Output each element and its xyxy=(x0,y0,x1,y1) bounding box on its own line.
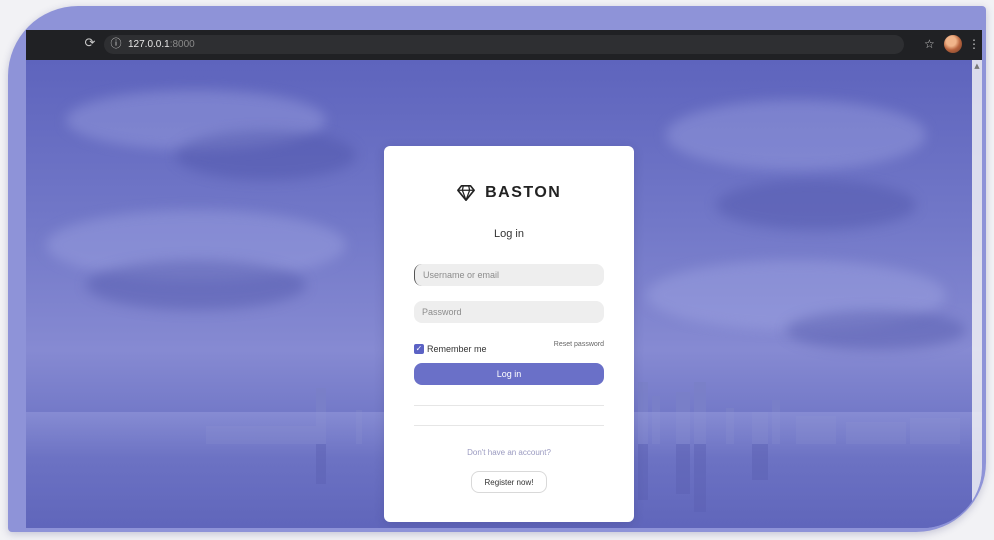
star-icon[interactable]: ☆ xyxy=(924,36,938,52)
brand-name: BASTON xyxy=(485,184,562,201)
no-account-text: Don't have an account? xyxy=(467,448,551,457)
check-icon[interactable]: ✓ xyxy=(414,343,424,354)
skyline-reflection xyxy=(676,444,690,494)
scroll-up-arrow-icon[interactable]: ▲ xyxy=(973,62,981,70)
login-title: Log in xyxy=(494,228,524,240)
browser-window: ⟳ ⓘ 127.0.0.1:8000 ☆ ⋮ ▲ BASTON Log in U… xyxy=(26,30,982,528)
url-text[interactable]: 127.0.0.1:8000 xyxy=(128,38,195,51)
brand-header: BASTON xyxy=(384,184,634,206)
kebab-menu-icon[interactable]: ⋮ xyxy=(968,36,980,52)
profile-avatar[interactable] xyxy=(944,35,962,53)
sky-cloud xyxy=(786,310,966,350)
page-background: ▲ BASTON Log in ✓Remember me Reset passw… xyxy=(26,60,982,528)
diamond-icon xyxy=(456,184,475,202)
url-host: 127.0.0.1 xyxy=(128,39,170,50)
divider xyxy=(414,425,604,426)
sky-cloud xyxy=(86,260,306,310)
divider xyxy=(414,405,604,406)
login-button[interactable]: Log in xyxy=(414,363,604,385)
sky-cloud xyxy=(666,100,926,170)
username-input[interactable] xyxy=(414,264,604,286)
sky-cloud xyxy=(176,130,356,180)
device-frame: ⟳ ⓘ 127.0.0.1:8000 ☆ ⋮ ▲ BASTON Log in U… xyxy=(8,6,986,532)
url-port: :8000 xyxy=(169,39,195,50)
scrollbar[interactable]: ▲ xyxy=(972,60,982,528)
reload-icon[interactable]: ⟳ xyxy=(82,36,98,52)
address-bar[interactable]: ⓘ 127.0.0.1:8000 xyxy=(104,35,904,54)
skyline-reflection xyxy=(752,444,768,480)
skyline-reflection xyxy=(638,444,648,500)
skyline-reflection xyxy=(316,444,326,484)
browser-toolbar: ⟳ ⓘ 127.0.0.1:8000 ☆ ⋮ xyxy=(26,30,982,60)
reset-password-link[interactable]: Reset password xyxy=(554,341,604,348)
info-icon[interactable]: ⓘ xyxy=(109,37,123,51)
skyline-reflection xyxy=(694,444,706,512)
login-card: BASTON Log in ✓Remember me Reset passwor… xyxy=(384,146,634,522)
register-button[interactable]: Register now! xyxy=(471,471,547,493)
remember-me-label[interactable]: Remember me xyxy=(427,344,487,354)
remember-me-checkbox[interactable]: ✓ Remember me xyxy=(414,340,487,354)
password-input[interactable] xyxy=(414,301,604,323)
sky-cloud xyxy=(716,180,916,230)
